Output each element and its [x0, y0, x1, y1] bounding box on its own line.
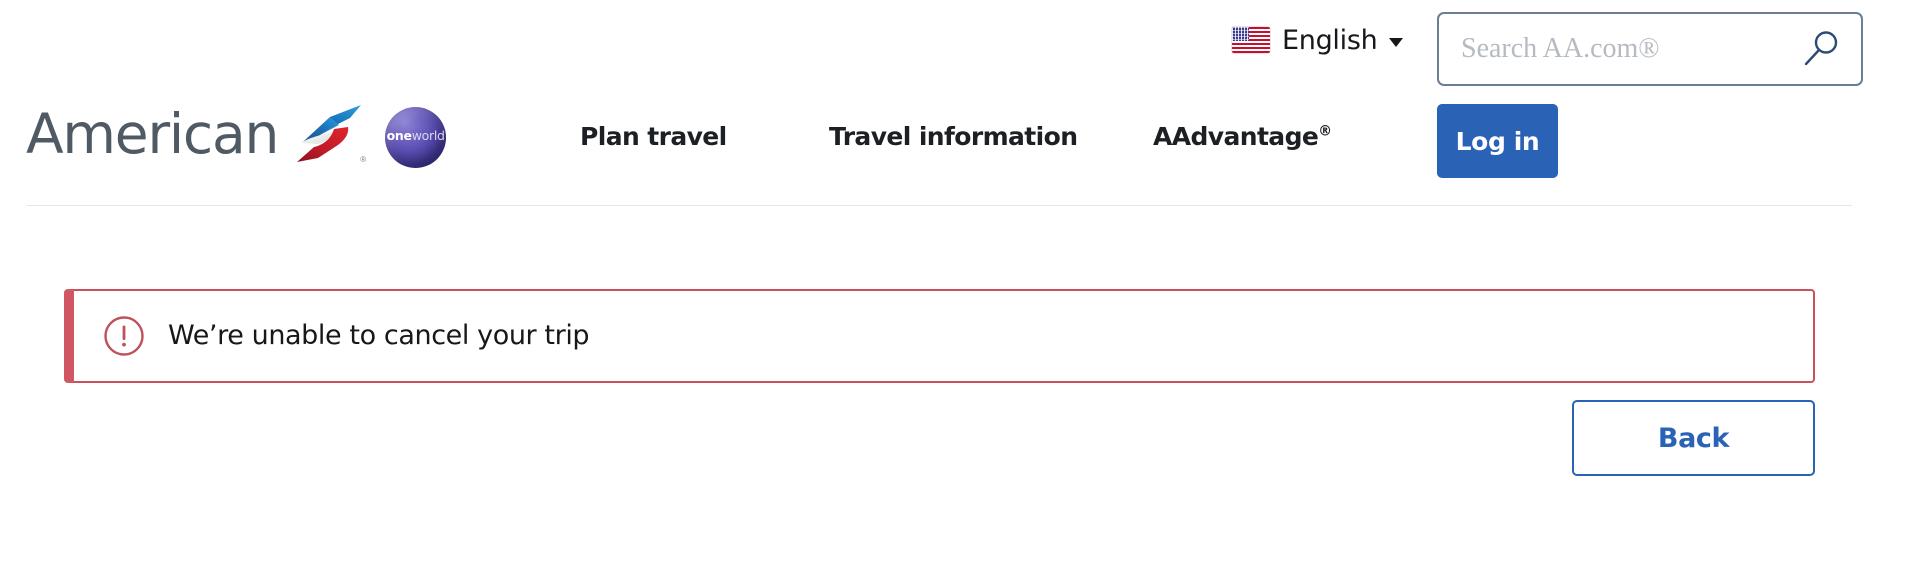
nav-item-aadvantage-label: AAdvantage	[1153, 122, 1319, 151]
header-divider	[27, 205, 1852, 206]
search-input[interactable]	[1461, 14, 1791, 84]
error-alert-banner: We’re unable to cancel your trip	[64, 289, 1815, 383]
nav-item-travel-information[interactable]: Travel information	[829, 120, 1078, 154]
oneworld-prefix: one	[386, 127, 412, 143]
error-alert-message: We’re unable to cancel your trip	[168, 319, 590, 351]
language-selector[interactable]: English	[1232, 20, 1404, 60]
search-icon[interactable]	[1801, 28, 1843, 70]
nav-item-plan-travel[interactable]: Plan travel	[580, 120, 727, 154]
us-flag-icon	[1232, 27, 1270, 53]
language-label: English	[1282, 24, 1378, 56]
flight-symbol-icon: ®	[287, 104, 367, 166]
site-header: American ® oneworld Plan travel Travel i…	[0, 0, 1915, 206]
logo-wordmark: American	[26, 101, 279, 166]
chevron-down-icon	[1389, 37, 1404, 47]
oneworld-suffix: world	[411, 127, 445, 143]
registered-mark: ®	[1318, 123, 1332, 140]
registered-mark: ®	[360, 155, 367, 164]
search-box[interactable]	[1437, 12, 1863, 86]
exclamation-circle-icon	[103, 315, 145, 357]
oneworld-logo[interactable]: oneworld	[385, 106, 447, 168]
nav-item-aadvantage[interactable]: AAdvantage®	[1153, 120, 1332, 154]
back-button[interactable]: Back	[1572, 400, 1815, 476]
american-airlines-logo[interactable]: American ® oneworld	[26, 96, 447, 172]
log-in-button[interactable]: Log in	[1437, 104, 1558, 178]
